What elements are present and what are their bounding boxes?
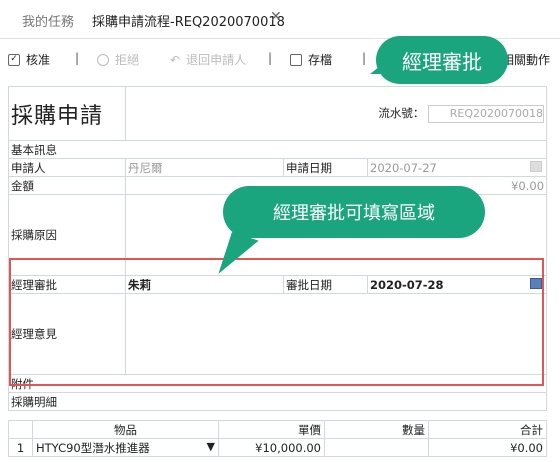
divider: |: [268, 51, 273, 65]
section-purchase-detail: 採購明細: [7, 392, 548, 411]
serial-cell: 流水號： REQ2020070018: [124, 86, 548, 141]
table-header-qty: 數量: [324, 420, 429, 439]
tab-purchase-process[interactable]: 採購申請流程-REQ2020070018: [92, 11, 285, 30]
table-header-item: 物品: [32, 420, 219, 439]
more-actions-button[interactable]: 相關動作: [502, 51, 550, 68]
applicant-field: 丹尼爾: [125, 158, 284, 177]
amount-label: 金額: [8, 176, 126, 195]
return-arrow-icon: ↶: [170, 52, 181, 67]
reason-label: 採購原因: [8, 194, 126, 276]
apply-date-field: 2020-07-27: [366, 158, 548, 177]
purchase-form: 採購申請 流水號： REQ2020070018 基本訊息 申請人 丹尼爾 申請日…: [7, 86, 548, 462]
applicant-label: 申請人: [8, 158, 126, 177]
manager-field[interactable]: 朱莉: [125, 275, 284, 294]
table-header-price: 單價: [218, 420, 325, 439]
tab-my-tasks[interactable]: 我的任務: [22, 11, 74, 30]
table-header-index: [8, 420, 33, 439]
item-value: HTYC90型潛水推進器: [36, 440, 150, 455]
total-cell: ¥0.00: [428, 438, 547, 457]
attachment-label: 附件: [7, 374, 548, 393]
return-to-applicant-button[interactable]: ↶ 退回申請人: [170, 51, 246, 68]
form-title: 採購申請: [11, 103, 104, 129]
apply-date-value: 2020-07-27: [370, 160, 437, 175]
form-title-cell: 採購申請: [8, 86, 126, 141]
checkbox-icon: ✓: [8, 53, 20, 66]
floppy-disk-icon: [290, 53, 302, 66]
sad-face-icon: [97, 53, 109, 66]
qty-cell[interactable]: [324, 438, 429, 457]
table-header-total: 合計: [428, 420, 547, 439]
callout-manager-approval: 經理審批: [376, 36, 508, 84]
table-row: 1 HTYC90型潛水推進器 ▼ ¥10,000.00 ¥0.00: [8, 438, 547, 457]
tab-bar: 我的任務 採購申請流程-REQ2020070018 ✕: [0, 0, 560, 39]
callout-editable-area: 經理審批可填寫區域: [223, 186, 485, 238]
apply-date-label: 申請日期: [283, 158, 368, 177]
calendar-icon[interactable]: [530, 277, 543, 289]
approve-date-value: 2020-07-28: [370, 277, 444, 292]
reject-button[interactable]: 拒絕: [97, 51, 139, 68]
item-select[interactable]: HTYC90型潛水推進器 ▼: [32, 438, 219, 457]
approve-button[interactable]: ✓ 核准: [8, 51, 50, 68]
price-cell: ¥10,000.00: [218, 438, 325, 457]
manager-opinion-field[interactable]: [124, 293, 548, 375]
approve-date-field[interactable]: 2020-07-28: [366, 275, 548, 294]
manager-opinion-label: 經理意見: [8, 293, 126, 375]
divider: |: [362, 51, 367, 65]
close-icon[interactable]: ✕: [270, 9, 282, 25]
serial-label: 流水號：: [378, 105, 425, 120]
items-table: 物品 單價 數量 合計 1 HTYC90型潛水推進器 ▼ ¥10,000.00 …: [8, 420, 547, 457]
save-button[interactable]: 存檔: [290, 51, 332, 68]
row-index: 1: [8, 438, 33, 457]
serial-field: REQ2020070018: [428, 104, 545, 123]
divider: |: [75, 51, 80, 65]
approve-date-label: 審批日期: [283, 275, 368, 294]
calendar-icon: [530, 160, 543, 172]
manager-approval-label: 經理審批: [8, 275, 126, 294]
chevron-down-icon: ▼: [206, 439, 215, 453]
form-table: 採購申請 流水號： REQ2020070018 基本訊息 申請人 丹尼爾 申請日…: [7, 86, 548, 411]
section-basic-info: 基本訊息: [7, 140, 548, 159]
